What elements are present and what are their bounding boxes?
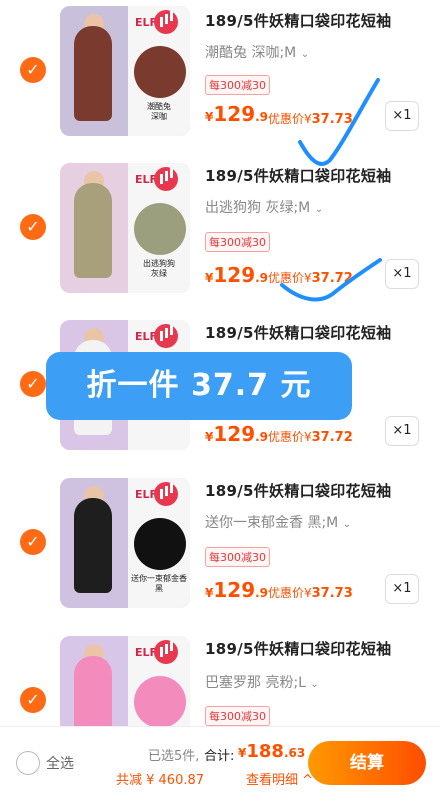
- select-all-radio[interactable]: [16, 751, 40, 775]
- discount-price: 优惠价¥37.73: [268, 586, 353, 601]
- quantity-button[interactable]: ×1: [385, 574, 419, 604]
- cart-item: ✓ ELF 送你一束郁金香 黑 189/5件妖精口袋印花短袖 送你一束郁金香 黑…: [0, 472, 440, 630]
- chevron-down-icon: ⌄: [342, 519, 352, 530]
- savings-text: 共减 ¥ 460.87: [116, 773, 205, 788]
- price: ¥129.9: [205, 422, 269, 446]
- cart-item: ✓ ELF 189/5件妖精口袋印花短袖 巴塞罗那 亮粉;L ⌄ 每300减30: [0, 630, 440, 726]
- spec-selector[interactable]: 送你一束郁金香 黑;M ⌄: [205, 512, 351, 532]
- product-title[interactable]: 189/5件妖精口袋印花短袖: [205, 10, 391, 31]
- spec-text: 潮酷兔 深咖;M: [205, 45, 297, 61]
- view-details-link[interactable]: 查看明细 ^: [246, 769, 313, 788]
- total-label: 合计:: [204, 749, 235, 764]
- selected-count: 已选5件,: [148, 749, 200, 764]
- total-amount: ¥188.63: [238, 741, 306, 762]
- spec-text: 巴塞罗那 亮粉;L: [205, 675, 306, 691]
- spec-selector[interactable]: 巴塞罗那 亮粉;L ⌄: [205, 672, 319, 692]
- brand-logo-icon: [154, 10, 178, 34]
- promo-badge: 每300减30: [205, 547, 270, 567]
- brand-logo-icon: [154, 482, 178, 506]
- scribble-mark: [280, 78, 382, 302]
- discount-price: 优惠价¥37.72: [268, 430, 353, 445]
- spec-text: 送你一束郁金香 黑;M: [205, 515, 339, 531]
- brand-logo-icon: [154, 640, 178, 664]
- item-check-icon[interactable]: ✓: [20, 529, 46, 555]
- checkout-button[interactable]: 结算: [308, 741, 426, 785]
- product-thumbnail[interactable]: ELF: [60, 636, 190, 726]
- price: ¥129.9: [205, 578, 269, 602]
- checkout-bar: 全选 已选5件, 合计: ¥188.63 共减 ¥ 460.87 查看明细 ^ …: [0, 726, 440, 801]
- spec-selector[interactable]: 潮酷兔 深咖;M ⌄: [205, 42, 309, 62]
- chevron-down-icon: ⌄: [300, 49, 310, 60]
- thumb-caption: 送你一束郁金香 黑: [131, 574, 187, 593]
- quantity-button[interactable]: ×1: [385, 416, 419, 446]
- promo-badge: 每300减30: [205, 706, 270, 726]
- select-all-label[interactable]: 全选: [46, 753, 74, 773]
- product-title[interactable]: 189/5件妖精口袋印花短袖: [205, 480, 391, 501]
- chevron-down-icon: ⌄: [310, 679, 319, 690]
- product-thumbnail[interactable]: ELF 送你一束郁金香 黑: [60, 478, 190, 608]
- item-check-icon[interactable]: ✓: [20, 687, 46, 713]
- discount-overlay-banner: 折一件 37.7 元: [46, 352, 352, 420]
- product-title[interactable]: 189/5件妖精口袋印花短袖: [205, 638, 391, 659]
